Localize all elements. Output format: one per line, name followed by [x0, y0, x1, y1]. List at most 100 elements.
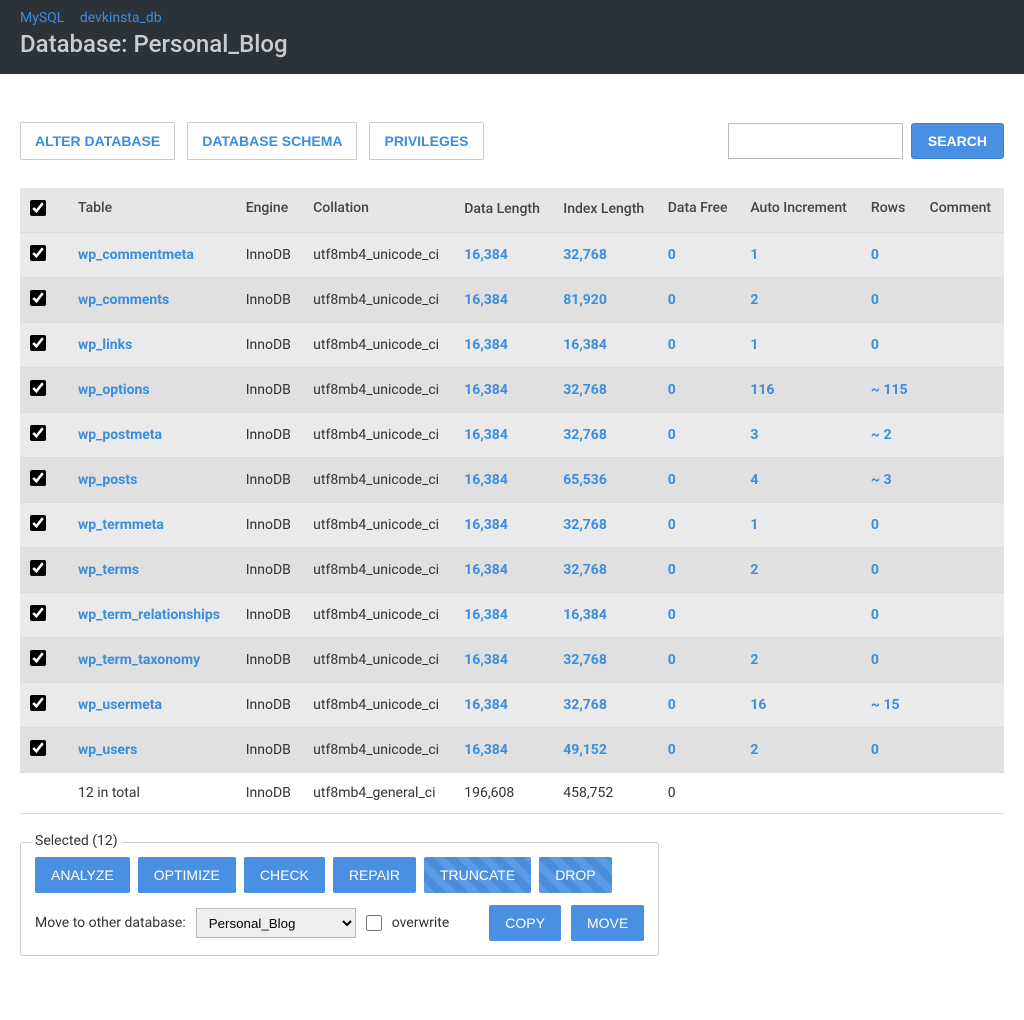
- cell-engine: InnoDB: [236, 728, 303, 773]
- alter-database-button[interactable]: ALTER DATABASE: [20, 122, 175, 160]
- cell-data-free: 0: [658, 683, 741, 728]
- repair-button[interactable]: REPAIR: [333, 857, 416, 893]
- cell-rows: 0: [861, 323, 920, 368]
- table-link[interactable]: wp_usermeta: [78, 697, 162, 713]
- col-data-length[interactable]: Data Length: [454, 188, 553, 233]
- cell-index-length: 32,768: [553, 233, 658, 278]
- cell-rows: 0: [861, 728, 920, 773]
- row-checkbox[interactable]: [30, 560, 46, 576]
- table-link[interactable]: wp_posts: [78, 472, 137, 488]
- cell-comment: [920, 233, 1004, 278]
- cell-index-length: 32,768: [553, 548, 658, 593]
- cell-comment: [920, 593, 1004, 638]
- summary-label: 12 in total: [68, 773, 236, 814]
- cell-index-length: 32,768: [553, 368, 658, 413]
- cell-collation: utf8mb4_unicode_ci: [303, 503, 454, 548]
- cell-engine: InnoDB: [236, 683, 303, 728]
- row-checkbox[interactable]: [30, 290, 46, 306]
- cell-collation: utf8mb4_unicode_ci: [303, 458, 454, 503]
- col-comment[interactable]: Comment: [920, 188, 1004, 233]
- cell-auto-increment: 4: [740, 458, 861, 503]
- row-checkbox[interactable]: [30, 695, 46, 711]
- summary-collation: utf8mb4_general_ci: [303, 773, 454, 814]
- table-link[interactable]: wp_users: [78, 742, 137, 758]
- row-checkbox[interactable]: [30, 245, 46, 261]
- cell-comment: [920, 683, 1004, 728]
- row-checkbox[interactable]: [30, 740, 46, 756]
- col-collation[interactable]: Collation: [303, 188, 454, 233]
- table-link[interactable]: wp_postmeta: [78, 427, 162, 443]
- drop-button[interactable]: DROP: [539, 857, 611, 893]
- breadcrumb-db[interactable]: devkinsta_db: [80, 10, 162, 26]
- cell-rows: ~ 3: [861, 458, 920, 503]
- col-engine[interactable]: Engine: [236, 188, 303, 233]
- table-row: wp_users InnoDB utf8mb4_unicode_ci 16,38…: [20, 728, 1004, 773]
- table-link[interactable]: wp_termmeta: [78, 517, 164, 533]
- cell-auto-increment: 2: [740, 728, 861, 773]
- col-rows[interactable]: Rows: [861, 188, 920, 233]
- move-button[interactable]: MOVE: [571, 905, 644, 941]
- cell-data-free: 0: [658, 413, 741, 458]
- row-checkbox[interactable]: [30, 515, 46, 531]
- check-button[interactable]: CHECK: [244, 857, 325, 893]
- table-link[interactable]: wp_options: [78, 382, 150, 398]
- database-schema-button[interactable]: DATABASE SCHEMA: [187, 122, 357, 160]
- row-checkbox[interactable]: [30, 425, 46, 441]
- copy-button[interactable]: COPY: [489, 905, 561, 941]
- optimize-button[interactable]: OPTIMIZE: [138, 857, 236, 893]
- cell-engine: InnoDB: [236, 503, 303, 548]
- selected-label: Selected (12): [31, 833, 122, 849]
- table-link[interactable]: wp_commentmeta: [78, 247, 194, 263]
- overwrite-checkbox[interactable]: [366, 915, 382, 931]
- cell-auto-increment: 2: [740, 278, 861, 323]
- summary-data-length: 196,608: [454, 773, 553, 814]
- page-title: Database: Personal_Blog: [20, 30, 1004, 58]
- row-checkbox[interactable]: [30, 470, 46, 486]
- cell-data-length: 16,384: [454, 413, 553, 458]
- col-index-length[interactable]: Index Length: [553, 188, 658, 233]
- cell-rows: ~ 115: [861, 368, 920, 413]
- cell-index-length: 32,768: [553, 503, 658, 548]
- cell-comment: [920, 413, 1004, 458]
- cell-collation: utf8mb4_unicode_ci: [303, 638, 454, 683]
- search-input[interactable]: [728, 123, 903, 159]
- toolbar: ALTER DATABASE DATABASE SCHEMA PRIVILEGE…: [20, 122, 1004, 160]
- row-checkbox[interactable]: [30, 605, 46, 621]
- search-button[interactable]: SEARCH: [911, 123, 1004, 159]
- cell-comment: [920, 548, 1004, 593]
- cell-auto-increment: 1: [740, 233, 861, 278]
- cell-collation: utf8mb4_unicode_ci: [303, 548, 454, 593]
- cell-data-length: 16,384: [454, 458, 553, 503]
- cell-collation: utf8mb4_unicode_ci: [303, 728, 454, 773]
- cell-comment: [920, 503, 1004, 548]
- col-table[interactable]: Table: [68, 188, 236, 233]
- col-auto-increment[interactable]: Auto Increment: [740, 188, 861, 233]
- cell-comment: [920, 728, 1004, 773]
- cell-collation: utf8mb4_unicode_ci: [303, 413, 454, 458]
- cell-data-free: 0: [658, 503, 741, 548]
- table-row: wp_term_taxonomy InnoDB utf8mb4_unicode_…: [20, 638, 1004, 683]
- table-link[interactable]: wp_terms: [78, 562, 139, 578]
- tables-list: Table Engine Collation Data Length Index…: [20, 188, 1004, 814]
- move-target-select[interactable]: Personal_Blog: [196, 908, 356, 938]
- breadcrumb-server[interactable]: MySQL: [20, 10, 64, 26]
- cell-data-length: 16,384: [454, 503, 553, 548]
- cell-collation: utf8mb4_unicode_ci: [303, 593, 454, 638]
- select-all-checkbox[interactable]: [30, 200, 46, 216]
- table-link[interactable]: wp_term_relationships: [78, 607, 220, 623]
- col-data-free[interactable]: Data Free: [658, 188, 741, 233]
- analyze-button[interactable]: ANALYZE: [35, 857, 130, 893]
- table-link[interactable]: wp_links: [78, 337, 132, 353]
- cell-collation: utf8mb4_unicode_ci: [303, 683, 454, 728]
- table-link[interactable]: wp_comments: [78, 292, 169, 308]
- cell-data-free: 0: [658, 638, 741, 683]
- row-checkbox[interactable]: [30, 650, 46, 666]
- cell-engine: InnoDB: [236, 278, 303, 323]
- row-checkbox[interactable]: [30, 380, 46, 396]
- cell-data-free: 0: [658, 278, 741, 323]
- cell-engine: InnoDB: [236, 323, 303, 368]
- privileges-button[interactable]: PRIVILEGES: [369, 122, 483, 160]
- truncate-button[interactable]: TRUNCATE: [424, 857, 531, 893]
- row-checkbox[interactable]: [30, 335, 46, 351]
- table-link[interactable]: wp_term_taxonomy: [78, 652, 200, 668]
